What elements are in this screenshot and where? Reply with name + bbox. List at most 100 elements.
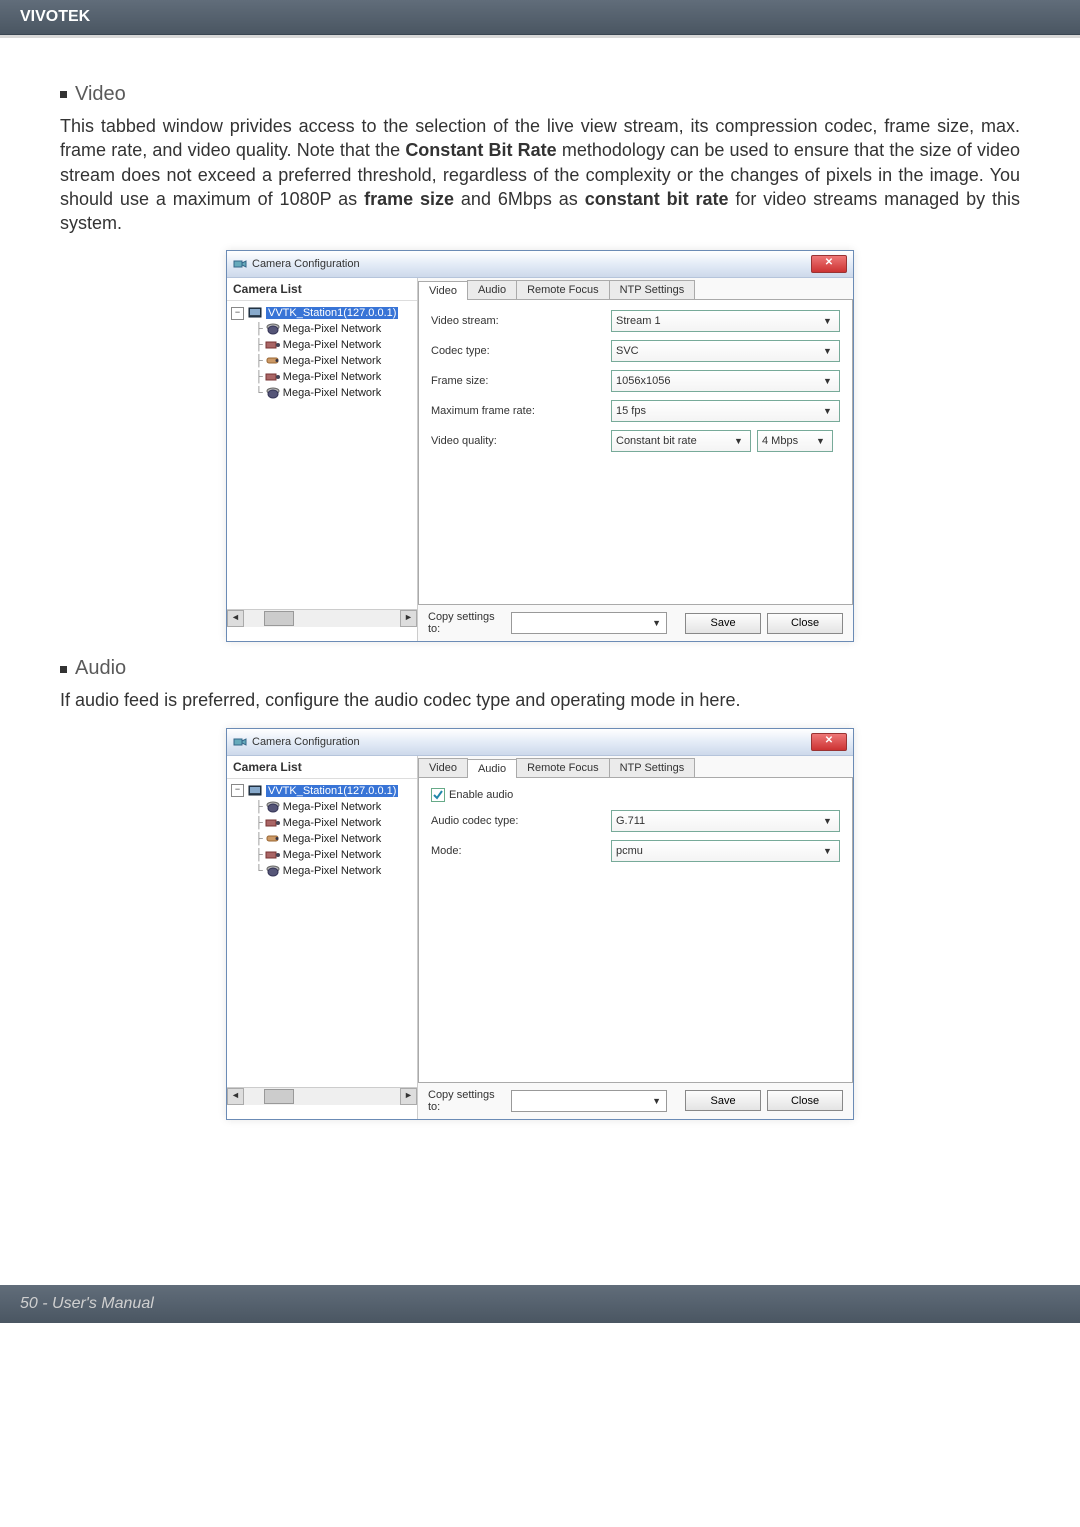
chevron-down-icon: ▼ — [820, 816, 835, 826]
codec-type-select[interactable]: SVC▼ — [611, 340, 840, 362]
box-camera-icon — [265, 338, 281, 352]
audio-tab-body: Enable audio Audio codec type: G.711▼ Mo… — [418, 777, 853, 1083]
tab-ntp-settings[interactable]: NTP Settings — [609, 758, 696, 777]
chevron-down-icon: ▼ — [649, 1096, 664, 1106]
tree-item-label[interactable]: Mega-Pixel Network — [283, 371, 381, 383]
tab-ntp-settings[interactable]: NTP Settings — [609, 280, 696, 299]
camera-config-dialog-video: Camera Configuration ✕ Camera List − VVT… — [226, 250, 854, 642]
camera-icon — [233, 257, 247, 271]
chevron-down-icon: ▼ — [820, 346, 835, 356]
tab-video[interactable]: Video — [418, 758, 468, 777]
scroll-thumb[interactable] — [264, 1089, 294, 1104]
box-camera-icon — [265, 370, 281, 384]
tree-item-label[interactable]: Mega-Pixel Network — [283, 339, 381, 351]
tree-root-label[interactable]: VVTK_Station1(127.0.0.1) — [266, 785, 398, 797]
video-quality-select[interactable]: Constant bit rate▼ — [611, 430, 751, 452]
audio-mode-select[interactable]: pcmu▼ — [611, 840, 840, 862]
chevron-down-icon: ▼ — [813, 436, 828, 446]
enable-audio-label: Enable audio — [449, 789, 513, 801]
chevron-down-icon: ▼ — [820, 406, 835, 416]
video-title-text: Video — [75, 83, 126, 105]
dialog-titlebar[interactable]: Camera Configuration ✕ — [227, 729, 853, 756]
camera-tree[interactable]: − VVTK_Station1(127.0.0.1) ├Mega-Pixel N… — [227, 779, 417, 1087]
tree-item-label[interactable]: Mega-Pixel Network — [283, 355, 381, 367]
audio-section-title: Audio — [60, 657, 1020, 680]
box-camera-icon — [265, 816, 281, 830]
frame-size-label: Frame size: — [431, 375, 611, 387]
save-button[interactable]: Save — [685, 1090, 761, 1111]
dome-camera-icon — [265, 322, 281, 336]
max-frame-rate-label: Maximum frame rate: — [431, 405, 611, 417]
dialog-titlebar[interactable]: Camera Configuration ✕ — [227, 251, 853, 278]
video-stream-select[interactable]: Stream 1▼ — [611, 310, 840, 332]
box-camera-icon — [265, 848, 281, 862]
audio-paragraph: If audio feed is preferred, configure th… — [60, 688, 1020, 712]
audio-codec-label: Audio codec type: — [431, 815, 611, 827]
tree-item-label[interactable]: Mega-Pixel Network — [283, 833, 381, 845]
camera-config-dialog-audio: Camera Configuration ✕ Camera List − VVT… — [226, 728, 854, 1120]
chevron-down-icon: ▼ — [731, 436, 746, 446]
scroll-right-button[interactable]: ► — [400, 610, 417, 627]
copy-settings-select[interactable]: ▼ — [511, 612, 667, 634]
camera-list-panel: Camera List − VVTK_Station1(127.0.0.1) ├… — [227, 278, 418, 641]
tree-item-label[interactable]: Mega-Pixel Network — [283, 865, 381, 877]
tree-item-label[interactable]: Mega-Pixel Network — [283, 817, 381, 829]
copy-settings-select[interactable]: ▼ — [511, 1090, 667, 1112]
tree-item-label[interactable]: Mega-Pixel Network — [283, 801, 381, 813]
page-header: VIVOTEK — [0, 0, 1080, 35]
tab-audio[interactable]: Audio — [467, 759, 517, 778]
video-section-title: Video — [60, 83, 1020, 106]
page-footer: 50 - User's Manual — [0, 1285, 1080, 1323]
chevron-down-icon: ▼ — [820, 376, 835, 386]
copy-settings-label: Copy settings to: — [428, 1089, 505, 1113]
dialog-title: Camera Configuration — [252, 258, 811, 270]
codec-type-label: Codec type: — [431, 345, 611, 357]
tab-remote-focus[interactable]: Remote Focus — [516, 758, 610, 777]
frame-size-select[interactable]: 1056x1056▼ — [611, 370, 840, 392]
enable-audio-checkbox[interactable] — [431, 788, 445, 802]
tab-video[interactable]: Video — [418, 281, 468, 300]
camera-list-header: Camera List — [227, 278, 417, 301]
close-button[interactable]: ✕ — [811, 733, 847, 751]
dialog-title: Camera Configuration — [252, 736, 811, 748]
tab-remote-focus[interactable]: Remote Focus — [516, 280, 610, 299]
horizontal-scrollbar[interactable]: ◄ ► — [227, 1087, 417, 1105]
dialog-bottom-bar: Copy settings to: ▼ Save Close — [418, 1083, 853, 1119]
tree-root-label[interactable]: VVTK_Station1(127.0.0.1) — [266, 307, 398, 319]
copy-settings-label: Copy settings to: — [428, 611, 505, 635]
video-paragraph: This tabbed window privides access to th… — [60, 114, 1020, 235]
scroll-thumb[interactable] — [264, 611, 294, 626]
tab-bar: Video Audio Remote Focus NTP Settings — [418, 278, 853, 299]
scroll-left-button[interactable]: ◄ — [227, 1088, 244, 1105]
tree-item-label[interactable]: Mega-Pixel Network — [283, 323, 381, 335]
chevron-down-icon: ▼ — [820, 316, 835, 326]
chevron-down-icon: ▼ — [649, 618, 664, 628]
camera-icon — [233, 735, 247, 749]
camera-list-header: Camera List — [227, 756, 417, 779]
camera-tree[interactable]: − VVTK_Station1(127.0.0.1) ├Mega-Pixel N… — [227, 301, 417, 609]
audio-mode-label: Mode: — [431, 845, 611, 857]
close-dialog-button[interactable]: Close — [767, 1090, 843, 1111]
scroll-left-button[interactable]: ◄ — [227, 610, 244, 627]
tab-bar: Video Audio Remote Focus NTP Settings — [418, 756, 853, 777]
close-button[interactable]: ✕ — [811, 255, 847, 273]
video-quality-label: Video quality: — [431, 435, 611, 447]
dome-camera-icon — [265, 864, 281, 878]
bullet-camera-icon — [265, 832, 281, 846]
tree-collapse-icon[interactable]: − — [231, 307, 244, 320]
scroll-right-button[interactable]: ► — [400, 1088, 417, 1105]
video-tab-body: Video stream: Stream 1▼ Codec type: SVC▼… — [418, 299, 853, 605]
tab-audio[interactable]: Audio — [467, 280, 517, 299]
tree-item-label[interactable]: Mega-Pixel Network — [283, 849, 381, 861]
dome-camera-icon — [265, 800, 281, 814]
bullet-icon — [60, 666, 67, 673]
tree-item-label[interactable]: Mega-Pixel Network — [283, 387, 381, 399]
max-frame-rate-select[interactable]: 15 fps▼ — [611, 400, 840, 422]
horizontal-scrollbar[interactable]: ◄ ► — [227, 609, 417, 627]
tree-collapse-icon[interactable]: − — [231, 784, 244, 797]
audio-codec-select[interactable]: G.711▼ — [611, 810, 840, 832]
bullet-camera-icon — [265, 354, 281, 368]
save-button[interactable]: Save — [685, 613, 761, 634]
close-dialog-button[interactable]: Close — [767, 613, 843, 634]
bitrate-select[interactable]: 4 Mbps▼ — [757, 430, 833, 452]
